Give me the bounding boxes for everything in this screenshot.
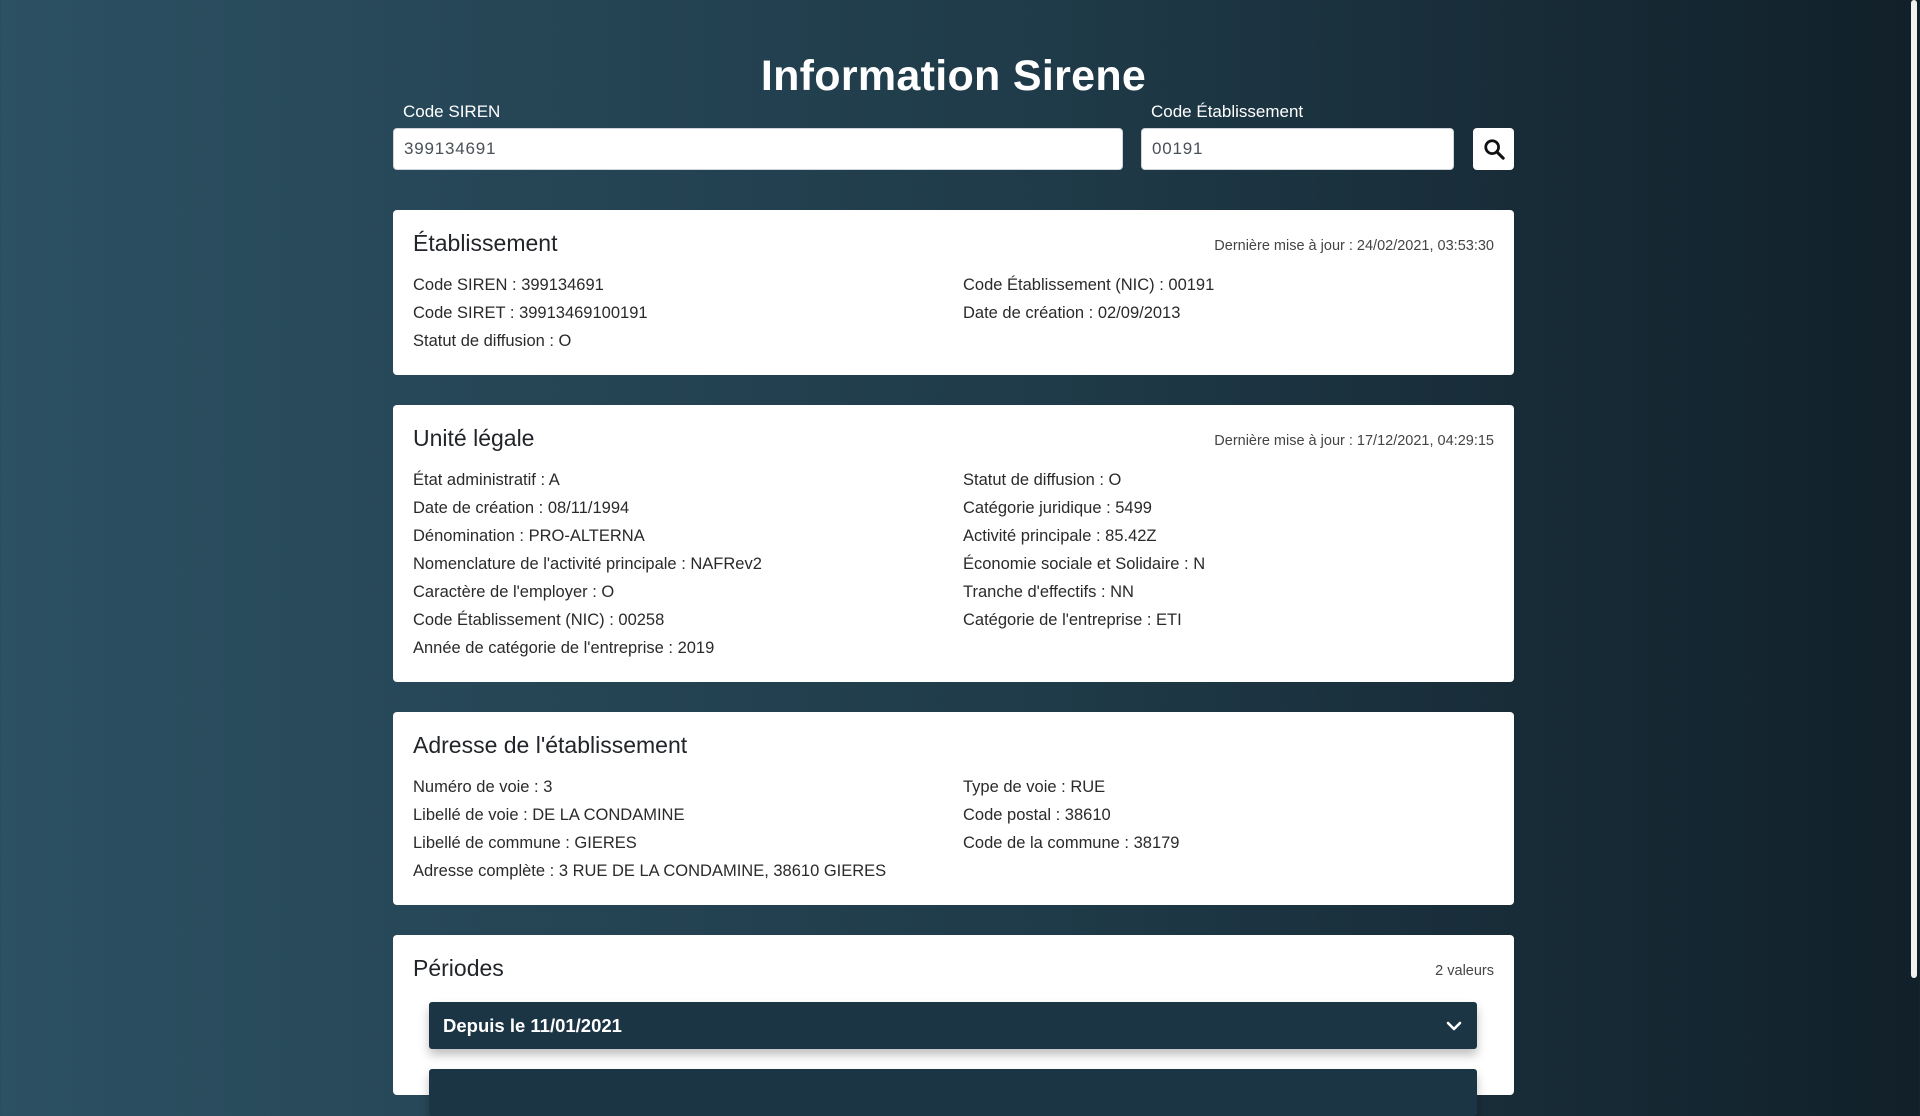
siren-label: Code SIREN [403,102,501,121]
field-activite-principale: Activité principale : 85.42Z [963,527,1157,545]
search-icon [1483,139,1505,160]
field-denomination: Dénomination : PRO-ALTERNA [413,527,645,545]
field-nic: Code Établissement (NIC) : 00258 [413,611,665,629]
etablissement-card: Établissement Dernière mise à jour : 24/… [393,210,1514,375]
field-libelle-commune: Libellé de commune : GIERES [413,834,637,852]
scrollbar-thumb[interactable] [1911,0,1917,978]
periode-label: Depuis le 11/01/2021 [443,1014,622,1036]
field-tranche-effectifs: Tranche d'effectifs : NN [963,583,1134,601]
field-siren: Code SIREN : 399134691 [413,276,604,294]
field-date-creation: Date de création : 08/11/1994 [413,499,630,517]
unite-legale-update: Dernière mise à jour : 17/12/2021, 04:29… [1214,433,1494,449]
field-categorie-juridique: Catégorie juridique : 5499 [963,499,1152,517]
field-date-creation: Date de création : 02/09/2013 [963,304,1181,322]
etablissement-label: Code Établissement [1151,102,1304,121]
field-code-commune: Code de la commune : 38179 [963,834,1180,852]
adresse-fields: Numéro de voie : 3 Libellé de voie : DE … [413,773,1494,885]
page-title: Information Sirene [760,52,1147,100]
field-type-voie: Type de voie : RUE [963,778,1106,796]
periodes-card: Périodes 2 valeurs Depuis le 11/01/2021 [393,935,1514,1116]
field-siret: Code SIRET : 39913469100191 [413,304,648,322]
field-adresse-complete: Adresse complète : 3 RUE DE LA CONDAMINE… [413,862,887,880]
adresse-card: Adresse de l'établissement Numéro de voi… [393,712,1514,905]
etablissement-update: Dernière mise à jour : 24/02/2021, 03:53… [1214,238,1494,254]
etablissement-input[interactable] [1141,128,1454,170]
unite-legale-fields: État administratif : A Date de création … [413,466,1494,662]
vertical-scrollbar[interactable] [1906,0,1920,1080]
periode-accordion-item[interactable] [429,1069,1477,1116]
field-nic: Code Établissement (NIC) : 00191 [963,276,1215,294]
adresse-title: Adresse de l'établissement [413,732,688,758]
field-annee-categorie: Année de catégorie de l'entreprise : 201… [413,639,715,657]
chevron-down-icon [1446,1021,1462,1030]
field-numero-voie: Numéro de voie : 3 [413,778,553,796]
unite-legale-card: Unité légale Dernière mise à jour : 17/1… [393,405,1514,682]
field-code-postal: Code postal : 38610 [963,806,1111,824]
field-statut-diffusion: Statut de diffusion : O [963,471,1122,489]
field-categorie-entreprise: Catégorie de l'entreprise : ETI [963,611,1182,629]
field-economie-sociale: Économie sociale et Solidaire : N [963,555,1206,573]
siren-input[interactable] [393,128,1123,170]
periode-accordion-item[interactable]: Depuis le 11/01/2021 [429,1002,1477,1049]
field-statut-diffusion: Statut de diffusion : O [413,332,572,350]
periodes-count: 2 valeurs [1435,963,1494,979]
field-etat-administratif: État administratif : A [413,471,560,489]
field-caractere-employeur: Caractère de l'employer : O [413,583,615,601]
periodes-title: Périodes [413,955,504,981]
search-button[interactable] [1473,128,1514,170]
field-nomenclature: Nomenclature de l'activité principale : … [413,555,762,573]
field-libelle-voie: Libellé de voie : DE LA CONDAMINE [413,806,685,824]
etablissement-fields: Code SIREN : 399134691 Code SIRET : 3991… [413,271,1494,355]
